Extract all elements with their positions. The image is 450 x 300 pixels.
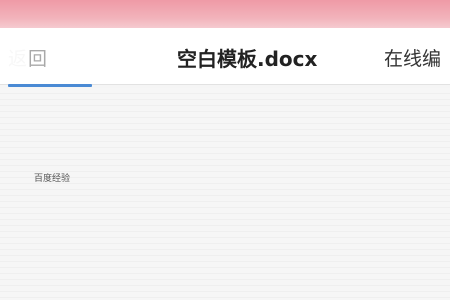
active-tab-indicator: [8, 84, 92, 87]
app-screen: 返回 空白模板.docx 在线编 百度经验: [0, 0, 450, 300]
status-bar: [0, 0, 450, 30]
document-body-text: 百度经验: [34, 174, 71, 184]
navigation-bar: 返回 空白模板.docx 在线编: [0, 28, 450, 85]
back-button[interactable]: 返回: [0, 28, 92, 84]
back-button-label: 返回: [8, 48, 49, 70]
document-title: 空白模板.docx: [177, 47, 318, 71]
document-preview[interactable]: 百度经验: [0, 88, 450, 300]
online-edit-tab[interactable]: 在线编: [384, 44, 441, 71]
